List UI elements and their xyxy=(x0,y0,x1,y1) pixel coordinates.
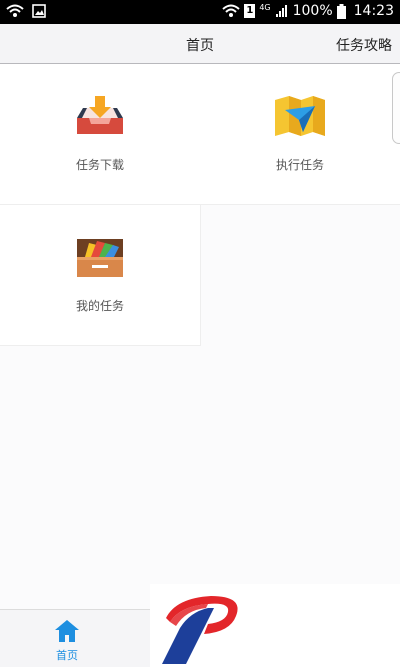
floating-edge-handle[interactable] xyxy=(392,72,400,144)
download-tray-icon xyxy=(77,96,123,134)
status-bar: 1 4G 100% 14:23 xyxy=(0,0,400,24)
tile-task-download[interactable]: 任务下载 xyxy=(0,64,201,205)
battery-icon xyxy=(336,3,346,19)
status-bar-left xyxy=(6,4,46,18)
status-bar-right: 1 4G 100% 14:23 xyxy=(222,3,394,19)
map-navigation-icon xyxy=(275,96,325,136)
network-type: 4G xyxy=(259,2,271,12)
clock: 14:23 xyxy=(353,3,394,19)
app-header: 首页 任务攻略 xyxy=(0,24,400,64)
nav-home[interactable]: 首页 xyxy=(0,610,134,667)
nav-home-label: 首页 xyxy=(56,649,78,662)
tile-label: 执行任务 xyxy=(275,158,324,172)
sim-icon: 1 xyxy=(244,4,256,18)
home-icon xyxy=(55,620,79,642)
tile-label: 任务下载 xyxy=(75,158,124,172)
signal-icon xyxy=(275,5,287,17)
wifi-icon xyxy=(6,4,24,17)
logo-watermark xyxy=(150,584,400,667)
wifi-icon xyxy=(222,4,240,17)
image-icon xyxy=(32,4,46,18)
tile-my-tasks[interactable]: 我的任务 xyxy=(0,205,201,346)
tile-label: 我的任务 xyxy=(75,299,124,313)
task-drawer-icon xyxy=(77,239,123,277)
tile-execute-task[interactable]: 执行任务 xyxy=(200,64,400,205)
task-strategy-link[interactable]: 任务攻略 xyxy=(336,35,392,55)
brand-logo xyxy=(162,596,238,664)
battery-percent: 100% xyxy=(292,3,333,19)
